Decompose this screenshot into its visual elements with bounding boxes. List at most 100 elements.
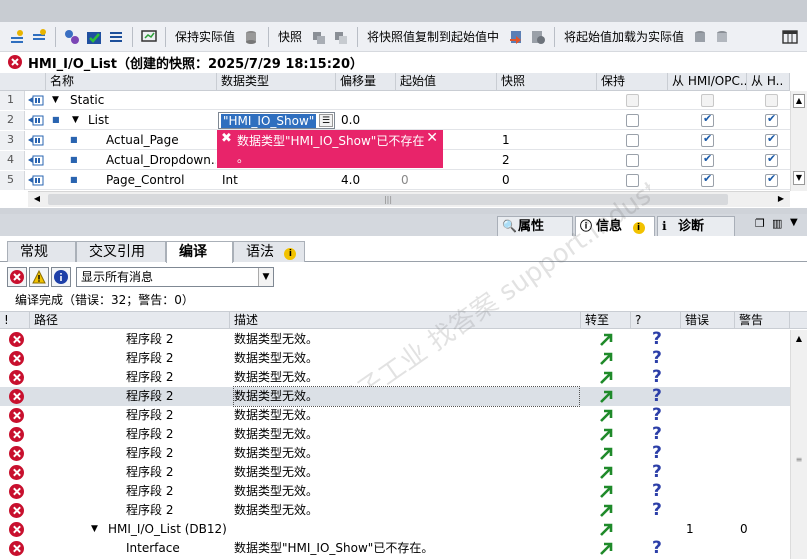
message-path[interactable]: 程序段 2	[126, 482, 173, 501]
hmi-opc-checkbox[interactable]	[701, 132, 714, 147]
message-path[interactable]: 程序段 2	[126, 387, 173, 406]
help-icon[interactable]: ?	[652, 330, 662, 349]
column-header-retain[interactable]: 保持	[597, 73, 668, 91]
hmi-checkbox[interactable]	[765, 152, 778, 167]
scroll-thumb[interactable]: |||	[48, 194, 728, 205]
add-row-icon[interactable]	[30, 28, 48, 46]
table-vertical-scrollbar[interactable]: ▲ ▼	[790, 91, 807, 191]
goto-arrow-icon[interactable]	[600, 409, 613, 422]
message-path[interactable]: 程序段 2	[126, 330, 173, 349]
hmi-checkbox[interactable]	[765, 112, 778, 127]
table-row[interactable]: 1 ▼ Static	[0, 91, 790, 110]
datatype-picker-icon[interactable]: ☰	[319, 114, 333, 127]
snapshot-button[interactable]: 快照	[278, 28, 302, 45]
goto-arrow-icon[interactable]	[600, 485, 613, 498]
show-info-button[interactable]	[51, 267, 71, 287]
column-header-severity[interactable]: !	[0, 312, 30, 329]
column-header-name[interactable]: 名称	[46, 73, 217, 91]
messages-vertical-scrollbar[interactable]: ▲ ≡	[790, 330, 807, 559]
hmi-opc-checkbox[interactable]	[701, 172, 714, 187]
message-row[interactable]: 程序段 2 数据类型无效。?	[0, 501, 790, 520]
tab-compile[interactable]: 编译	[166, 241, 233, 263]
help-icon[interactable]: ?	[652, 406, 662, 425]
help-icon[interactable]: ?	[652, 501, 662, 520]
variable-name[interactable]: Actual_Dropdown...	[106, 151, 216, 170]
keep-actual-values-button[interactable]: 保持实际值	[175, 28, 235, 45]
column-header-datatype[interactable]: 数据类型	[217, 73, 336, 91]
column-header-help[interactable]: ?	[631, 312, 681, 329]
help-icon[interactable]: ?	[652, 539, 662, 558]
column-header-snapshot[interactable]: 快照	[497, 73, 597, 91]
message-row[interactable]: 程序段 2 数据类型无效。?	[0, 330, 790, 349]
help-icon[interactable]: ?	[652, 425, 662, 444]
message-row[interactable]: 程序段 2 数据类型无效。?	[0, 386, 790, 407]
message-row[interactable]: 程序段 2 数据类型无效。?	[0, 444, 790, 463]
hmi-checkbox[interactable]	[765, 172, 778, 187]
monitor-icon[interactable]	[140, 28, 158, 46]
scroll-up-icon[interactable]: ▲	[793, 333, 805, 347]
tab-cross-reference[interactable]: 交叉引用	[76, 241, 166, 262]
tab-info[interactable]: ⓘ 信息 i	[575, 216, 655, 236]
retain-checkbox[interactable]	[626, 114, 639, 127]
message-path[interactable]: 程序段 2	[126, 406, 173, 425]
scroll-left-icon[interactable]: ◀	[30, 193, 44, 205]
help-icon[interactable]: ?	[652, 482, 662, 501]
message-row[interactable]: ▼ HMI_I/O_List (DB12) 1 0	[0, 520, 790, 539]
variable-name[interactable]: List	[88, 111, 109, 130]
collapse-arrow-icon[interactable]: ▼	[72, 111, 79, 130]
show-errors-button[interactable]	[7, 267, 27, 287]
goto-arrow-icon[interactable]	[600, 447, 613, 460]
variable-name[interactable]: Page_Control	[106, 171, 184, 190]
hmi-checkbox[interactable]	[765, 132, 778, 147]
message-row[interactable]: 程序段 2 数据类型无效。?	[0, 349, 790, 368]
variable-name[interactable]: Actual_Page	[106, 131, 179, 150]
help-icon[interactable]: ?	[652, 349, 662, 368]
column-header-offset[interactable]: 偏移量	[336, 73, 396, 91]
column-header-warnings[interactable]: 警告	[735, 312, 790, 329]
goto-arrow-icon[interactable]	[600, 542, 613, 555]
close-icon[interactable]: ✕	[426, 130, 438, 146]
panel-layout-icon[interactable]: ▥	[772, 217, 782, 230]
column-header-errors[interactable]: 错误	[681, 312, 735, 329]
snapshot-copy-icon[interactable]	[310, 28, 328, 46]
load-all-icon[interactable]	[714, 28, 732, 46]
table-horizontal-scrollbar[interactable]: ◀ ||| ▶	[28, 191, 790, 207]
message-path[interactable]: 程序段 2	[126, 444, 173, 463]
message-path[interactable]: Interface	[126, 539, 180, 558]
list-icon[interactable]	[107, 28, 125, 46]
help-icon[interactable]: ?	[652, 387, 662, 406]
snapshot-load-icon[interactable]	[332, 28, 350, 46]
message-row[interactable]: Interface 数据类型"HMI_IO_Show"已不存在。?	[0, 539, 790, 558]
database-icon[interactable]	[243, 28, 261, 46]
column-header-hmi-short[interactable]: 从 H..	[747, 73, 790, 91]
scroll-up-icon[interactable]: ▲	[793, 94, 805, 108]
retain-checkbox[interactable]	[626, 134, 639, 147]
help-icon[interactable]: ?	[652, 368, 662, 387]
column-header-path[interactable]: 路径	[30, 312, 230, 329]
copy-snapshot-to-start-button[interactable]: 将快照值复制到起始值中	[367, 28, 499, 45]
help-icon[interactable]: ?	[652, 444, 662, 463]
message-row[interactable]: 程序段 2 数据类型无效。?	[0, 406, 790, 425]
goto-arrow-icon[interactable]	[600, 333, 613, 346]
message-path[interactable]: 程序段 2	[126, 349, 173, 368]
datatype-input[interactable]: "HMI_IO_Show" ☰	[218, 112, 335, 129]
insert-row-icon[interactable]	[8, 28, 26, 46]
load-icon[interactable]	[692, 28, 710, 46]
table-row[interactable]: 2 ■ ▼ List "HMI_IO_Show" ☰ 0.0	[0, 111, 790, 130]
copy-all-icon[interactable]	[529, 28, 547, 46]
collapse-arrow-icon[interactable]: ▼	[91, 520, 98, 539]
goto-arrow-icon[interactable]	[600, 352, 613, 365]
start-value[interactable]: 0	[401, 171, 409, 190]
message-path[interactable]: 程序段 2	[126, 368, 173, 387]
message-row[interactable]: 程序段 2 数据类型无效。?	[0, 425, 790, 444]
message-path[interactable]: 程序段 2	[126, 501, 173, 520]
minimize-icon[interactable]: ▼	[790, 217, 798, 228]
message-row[interactable]: 程序段 2 数据类型无效。?	[0, 482, 790, 501]
column-header-goto[interactable]: 转至	[581, 312, 631, 329]
table-row[interactable]: 5 ■ Page_Control Int 4.0 0 0	[0, 171, 790, 190]
goto-arrow-icon[interactable]	[600, 466, 613, 479]
copy-to-start-icon[interactable]	[507, 28, 525, 46]
goto-arrow-icon[interactable]	[600, 523, 613, 536]
column-header-description[interactable]: 描述	[230, 312, 581, 329]
scroll-thumb[interactable]: ≡	[793, 455, 805, 465]
